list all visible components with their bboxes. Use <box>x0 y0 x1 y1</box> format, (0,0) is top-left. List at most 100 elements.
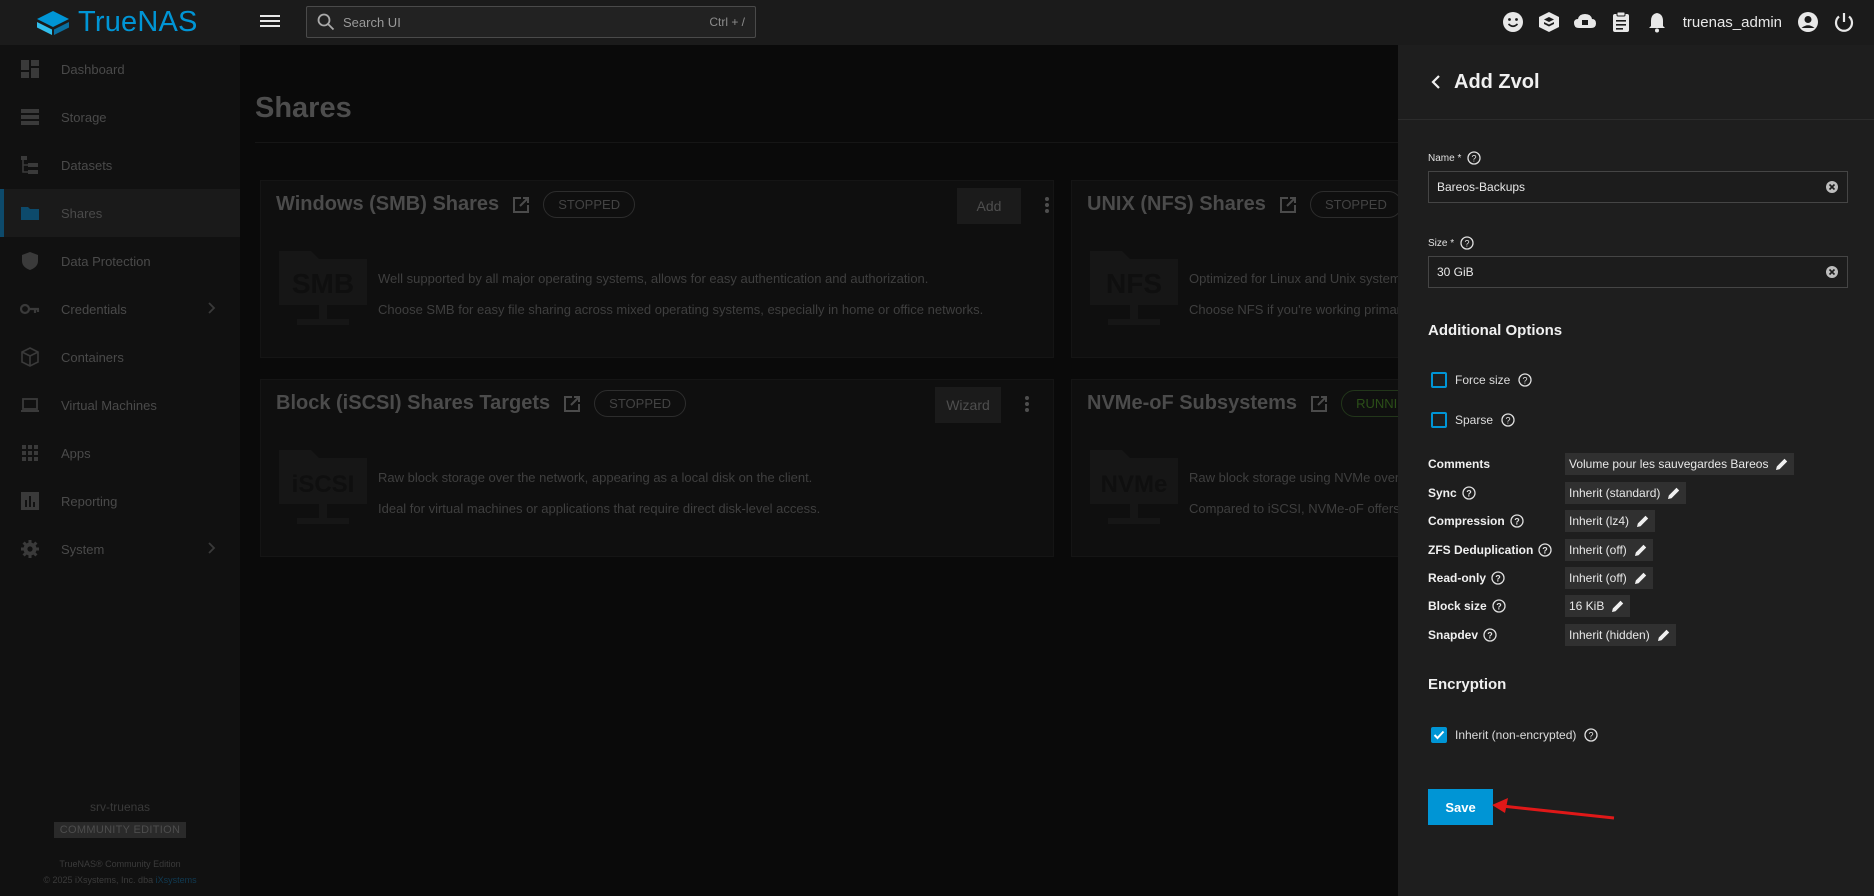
inherit-encryption-checkbox[interactable] <box>1431 727 1447 743</box>
directory-services-icon[interactable] <box>1573 10 1597 34</box>
help-icon[interactable]: ? <box>1491 571 1505 585</box>
edit-pencil-icon[interactable] <box>1633 570 1649 586</box>
hostname: srv-truenas <box>89 800 151 814</box>
size-field[interactable] <box>1428 256 1848 288</box>
force-size-label: Force size <box>1455 373 1511 387</box>
help-icon[interactable]: ? <box>1510 514 1524 528</box>
svg-text:?: ? <box>1466 489 1472 499</box>
copyright-link[interactable]: iXsystems <box>156 875 197 885</box>
force-size-checkbox[interactable] <box>1431 372 1447 388</box>
more-vert-icon[interactable] <box>1017 394 1037 414</box>
svg-text:?: ? <box>1506 416 1511 426</box>
iscsi-wizard-button[interactable]: Wizard <box>935 387 1001 423</box>
sidebar-item-label: Apps <box>61 445 91 461</box>
sidebar-item-apps[interactable]: Apps <box>0 429 240 477</box>
open-in-new-icon[interactable] <box>562 394 582 414</box>
blocksize-value-chip[interactable]: 16 KiB <box>1565 595 1631 617</box>
brand-name: TrueNAS <box>78 6 198 38</box>
sidebar-item-datasets[interactable]: Datasets <box>0 141 240 189</box>
readonly-value-chip[interactable]: Inherit (off) <box>1565 567 1653 589</box>
name-field[interactable] <box>1428 171 1848 203</box>
option-label-text: Snapdev <box>1428 628 1479 642</box>
dedup-value-chip[interactable]: Inherit (off) <box>1565 539 1653 561</box>
clear-icon[interactable] <box>1825 180 1839 194</box>
edit-pencil-icon[interactable] <box>1633 542 1649 558</box>
option-value: Inherit (standard) <box>1569 486 1661 500</box>
help-icon[interactable]: ? <box>1483 628 1497 642</box>
page-title: Shares <box>255 92 352 124</box>
help-icon[interactable]: ? <box>1584 728 1599 742</box>
username[interactable]: truenas_admin <box>1683 14 1782 31</box>
menu-toggle-icon[interactable] <box>260 12 280 32</box>
sidebar-item-storage[interactable]: Storage <box>0 93 240 141</box>
help-icon[interactable]: ? <box>1518 373 1533 387</box>
sparse-checkbox[interactable] <box>1431 412 1447 428</box>
shield-icon <box>20 251 40 271</box>
compression-value-chip[interactable]: Inherit (lz4) <box>1565 510 1656 532</box>
power-icon[interactable] <box>1832 10 1856 34</box>
sidebar-item-label: Datasets <box>61 157 113 173</box>
help-icon[interactable]: ? <box>1492 599 1506 613</box>
edit-pencil-icon[interactable] <box>1774 456 1790 472</box>
save-button[interactable]: Save <box>1428 789 1493 825</box>
sidebar-item-shares[interactable]: Shares <box>0 189 240 237</box>
help-icon[interactable]: ? <box>1501 413 1515 427</box>
search-box[interactable]: Ctrl + / <box>306 6 756 38</box>
account-icon[interactable] <box>1796 10 1820 34</box>
svg-text:?: ? <box>1543 546 1549 556</box>
truecommand-icon[interactable] <box>1537 10 1561 34</box>
comments-value-chip[interactable]: Volume pour les sauvegardes Bareos <box>1565 453 1795 475</box>
sidebar-item-dashboard[interactable]: Dashboard <box>0 45 240 93</box>
name-input[interactable] <box>1437 180 1825 194</box>
card-description: Raw block storage using NVMe over F <box>1189 470 1411 485</box>
add-smb-share-button[interactable]: Add <box>957 188 1021 224</box>
sidebar-item-credentials[interactable]: Credentials <box>0 285 240 333</box>
help-icon[interactable]: ? <box>1538 543 1552 557</box>
edit-pencil-icon[interactable] <box>1656 627 1672 643</box>
option-value: Inherit (off) <box>1569 571 1627 585</box>
card-description: Well supported by all major operating sy… <box>378 271 929 286</box>
art-label: NVMe <box>1101 471 1168 498</box>
notifications-bell-icon[interactable] <box>1645 10 1669 34</box>
card-description: Choose NFS if you're working primari <box>1189 302 1404 317</box>
sidebar-item-label: Shares <box>61 205 103 221</box>
feedback-icon[interactable] <box>1501 10 1525 34</box>
open-in-new-icon[interactable] <box>1278 195 1298 215</box>
open-in-new-icon[interactable] <box>1309 394 1329 414</box>
sidebar-item-data-protection[interactable]: Data Protection <box>0 237 240 285</box>
edition-badge: COMMUNITY EDITION <box>53 822 187 838</box>
chevron-right-icon <box>208 302 216 314</box>
readonly-row: Read-only ? Inherit (off) <box>1428 567 1848 591</box>
encryption-heading: Encryption <box>1428 676 1507 693</box>
edit-pencil-icon[interactable] <box>1666 485 1682 501</box>
more-vert-icon[interactable] <box>1037 195 1057 215</box>
sync-value-chip[interactable]: Inherit (standard) <box>1565 482 1687 504</box>
help-icon[interactable]: ? <box>1462 486 1476 500</box>
sidebar-item-containers[interactable]: Containers <box>0 333 240 381</box>
search-input[interactable] <box>343 14 710 30</box>
help-icon[interactable]: ? <box>1460 236 1474 250</box>
option-value: Inherit (hidden) <box>1569 628 1650 642</box>
sidebar-item-system[interactable]: System <box>0 525 240 573</box>
svg-text:?: ? <box>1523 376 1528 386</box>
sidebar-footer: srv-truenas COMMUNITY EDITION TrueNAS® C… <box>0 800 240 888</box>
card-description: Ideal for virtual machines or applicatio… <box>378 501 821 516</box>
sidebar-item-label: Data Protection <box>61 253 151 269</box>
inherit-encryption-label: Inherit (non-encrypted) <box>1455 728 1577 742</box>
top-bar: TrueNAS Ctrl + / truenas_admin <box>0 0 1874 45</box>
open-in-new-icon[interactable] <box>511 195 531 215</box>
chevron-left-icon[interactable] <box>1428 74 1444 90</box>
clear-icon[interactable] <box>1825 265 1839 279</box>
snapdev-value-chip[interactable]: Inherit (hidden) <box>1565 624 1676 646</box>
sidebar-item-reporting[interactable]: Reporting <box>0 477 240 525</box>
sidebar-item-virtual-machines[interactable]: Virtual Machines <box>0 381 240 429</box>
edit-pencil-icon[interactable] <box>1610 598 1626 614</box>
blocksize-row: Block size ? 16 KiB <box>1428 595 1848 619</box>
jobs-clipboard-icon[interactable] <box>1609 10 1633 34</box>
help-icon[interactable]: ? <box>1467 151 1482 165</box>
option-value: Inherit (lz4) <box>1569 514 1630 528</box>
brand[interactable]: TrueNAS <box>0 0 245 45</box>
size-input[interactable] <box>1437 265 1825 279</box>
edit-pencil-icon[interactable] <box>1635 513 1651 529</box>
annotation-arrow-icon <box>1492 798 1615 820</box>
